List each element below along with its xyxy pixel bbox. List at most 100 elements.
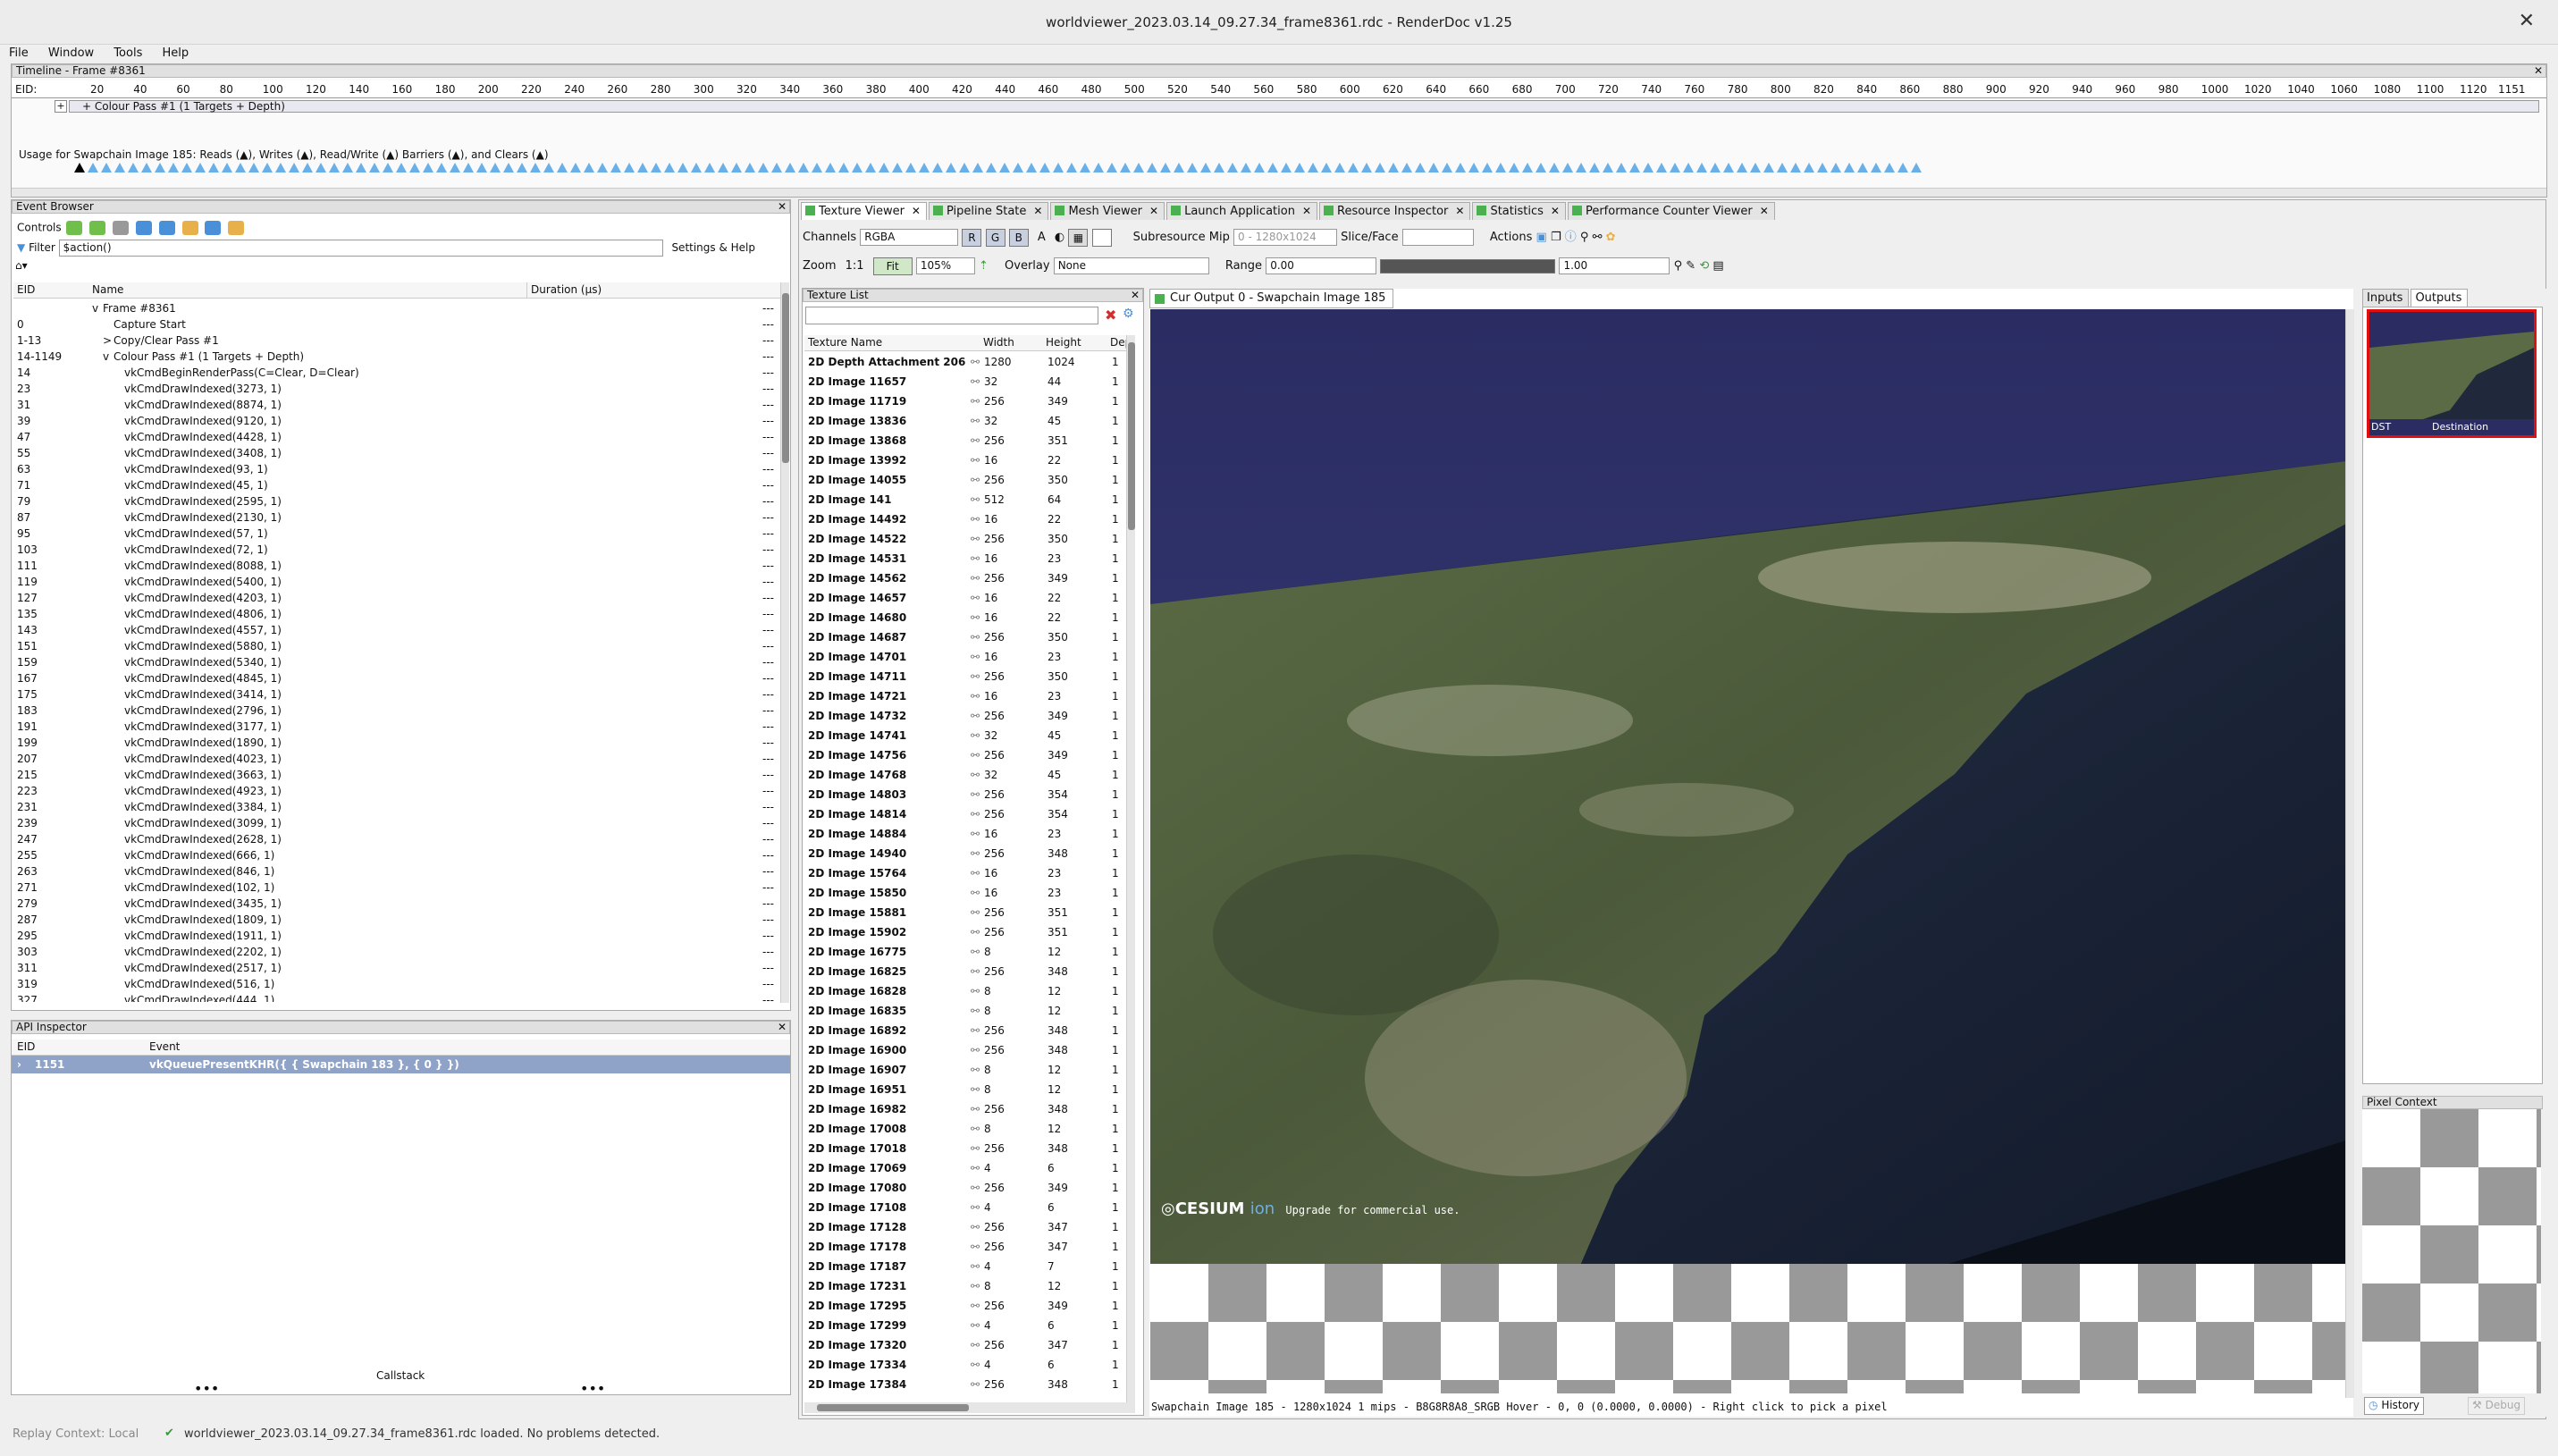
reset-icon[interactable]: ⟲ [1699,259,1709,273]
usage-marker-icon[interactable] [1187,163,1198,173]
chevron-right-icon[interactable]: > [103,332,114,349]
event-row[interactable]: 287 vkCmdDrawIndexed(1809, 1) --- [13,912,780,928]
event-row[interactable]: 175 vkCmdDrawIndexed(3414, 1) --- [13,686,780,703]
pixel-context-view[interactable] [2362,1109,2541,1393]
usage-marker-icon[interactable] [624,163,635,173]
usage-marker-icon[interactable] [168,163,179,173]
usage-marker-icon[interactable] [490,163,501,173]
usage-marker-icon[interactable] [1589,163,1600,173]
binoculars-icon[interactable]: ⚲ [1580,231,1589,244]
usage-marker-icon[interactable] [530,163,541,173]
event-row[interactable]: 215 vkCmdDrawIndexed(3663, 1) --- [13,767,780,783]
back-arrow-icon[interactable] [66,221,83,235]
texture-row[interactable]: 2D Image 14940 256 348 1 ⚯ [804,844,1126,863]
texture-row[interactable]: 2D Image 141 512 64 1 ⚯ [804,490,1126,509]
link-icon[interactable]: ⚯ [971,549,980,568]
usage-marker-icon[interactable] [718,163,728,173]
usage-marker-icon[interactable] [691,163,702,173]
tab-outputs[interactable]: Outputs [2411,289,2469,307]
texture-row[interactable]: 2D Image 14768 32 45 1 ⚯ [804,765,1126,785]
texture-row[interactable]: 2D Image 17069 4 6 1 ⚯ [804,1158,1126,1178]
usage-marker-icon[interactable] [1536,163,1546,173]
usage-marker-icon[interactable] [74,163,85,173]
usage-marker-icon[interactable] [463,163,474,173]
link-icon[interactable]: ⚯ [971,1060,980,1080]
usage-marker-icon[interactable] [1066,163,1077,173]
close-texture-list-icon[interactable]: ✕ [1131,289,1140,301]
usage-marker-icon[interactable] [1174,163,1184,173]
texture-row[interactable]: 2D Image 15881 256 351 1 ⚯ [804,903,1126,922]
chevron-down-icon[interactable]: v [92,300,103,316]
texture-settings-icon[interactable]: ⚙ [1123,307,1134,321]
usage-marker-icon[interactable] [195,163,206,173]
flip-icon[interactable] [1091,228,1112,247]
event-scrollbar[interactable] [780,282,789,1003]
usage-marker-icon[interactable] [423,163,433,173]
link-icon[interactable]: ⚯ [971,863,980,883]
texture-row[interactable]: 2D Image 17018 256 348 1 ⚯ [804,1139,1126,1158]
event-row[interactable]: 103 vkCmdDrawIndexed(72, 1) --- [13,542,780,558]
texture-row[interactable]: 2D Image 17320 256 347 1 ⚯ [804,1335,1126,1355]
usage-marker-icon[interactable] [248,163,259,173]
usage-marker-icon[interactable] [275,163,286,173]
usage-marker-icon[interactable] [222,163,232,173]
usage-marker-icon[interactable] [838,163,849,173]
history-button[interactable]: ◷ History [2364,1397,2425,1415]
event-row[interactable]: 135 vkCmdDrawIndexed(4806, 1) --- [13,606,780,622]
usage-marker-icon[interactable] [785,163,795,173]
tab-resource-inspector[interactable]: Resource Inspector ✕ [1319,202,1471,220]
usage-marker-icon[interactable] [155,163,165,173]
usage-marker-icon[interactable] [557,163,568,173]
texture-row[interactable]: 2D Image 14756 256 349 1 ⚯ [804,745,1126,765]
event-row[interactable]: 0 Capture Start --- [13,316,780,332]
usage-marker-icon[interactable] [1737,163,1747,173]
link-icon[interactable]: ⚯ [971,1119,980,1139]
usage-marker-icon[interactable] [972,163,983,173]
link-icon[interactable]: ⚯ [971,922,980,942]
link-icon[interactable]: ⚯ [971,903,980,922]
tab-pipeline-state[interactable]: Pipeline State ✕ [928,202,1049,220]
link-icon[interactable]: ⚯ [971,1178,980,1198]
texture-row[interactable]: 2D Image 14492 16 22 1 ⚯ [804,509,1126,529]
pin-icon[interactable]: ⇡ [979,259,989,273]
histogram-icon[interactable]: ▤ [1712,259,1723,273]
timeline-pass-row[interactable]: + Colour Pass #1 (1 Targets + Depth) [69,100,2539,113]
event-row[interactable]: 207 vkCmdDrawIndexed(4023, 1) --- [13,751,780,767]
usage-marker-icon[interactable] [329,163,340,173]
link-icon[interactable]: ⚯ [971,529,980,549]
texture-row[interactable]: 2D Image 14687 256 350 1 ⚯ [804,627,1126,647]
event-row[interactable]: 191 vkCmdDrawIndexed(3177, 1) --- [13,719,780,735]
texture-row[interactable]: 2D Image 16825 256 348 1 ⚯ [804,962,1126,981]
event-row[interactable]: 159 vkCmdDrawIndexed(5340, 1) --- [13,654,780,670]
event-row[interactable]: 271 vkCmdDrawIndexed(102, 1) --- [13,879,780,896]
usage-marker-icon[interactable] [959,163,970,173]
link-icon[interactable]: ⚯ [971,372,980,391]
usage-marker-icon[interactable] [316,163,326,173]
texture-row[interactable]: 2D Image 17008 8 12 1 ⚯ [804,1119,1126,1139]
link-icon[interactable]: ⚯ [971,1040,980,1060]
link-icon[interactable]: ⚯ [971,1296,980,1316]
texture-row[interactable]: 2D Image 14531 16 23 1 ⚯ [804,549,1126,568]
texture-row[interactable]: 2D Image 14055 256 350 1 ⚯ [804,470,1126,490]
channels-select[interactable]: RGBA [860,229,959,246]
usage-marker-icon[interactable] [181,163,192,173]
texture-hscrollbar[interactable] [804,1402,1135,1413]
usage-marker-icon[interactable] [1549,163,1560,173]
texture-row[interactable]: 2D Image 17384 256 348 1 ⚯ [804,1375,1126,1394]
usage-marker-icon[interactable] [1241,163,1251,173]
texture-row[interactable]: 2D Image 16828 8 12 1 ⚯ [804,981,1126,1001]
usage-marker-icon[interactable] [1200,163,1211,173]
usage-marker-icon[interactable] [1750,163,1761,173]
callstack-label[interactable]: Callstack [376,1369,425,1382]
texture-row[interactable]: 2D Image 14814 256 354 1 ⚯ [804,804,1126,824]
range-max-input[interactable]: 1.00 [1559,257,1670,274]
usage-marker-icon[interactable] [879,163,889,173]
close-window-icon[interactable]: ✕ [2519,10,2535,32]
texture-row[interactable]: 2D Image 17080 256 349 1 ⚯ [804,1178,1126,1198]
usage-marker-icon[interactable] [1093,163,1104,173]
link-icon[interactable]: ⚯ [971,450,980,470]
usage-marker-icon[interactable] [436,163,447,173]
link-icon[interactable]: ⚯ [971,490,980,509]
usage-marker-icon[interactable] [986,163,997,173]
event-row[interactable]: 167 vkCmdDrawIndexed(4845, 1) --- [13,670,780,686]
